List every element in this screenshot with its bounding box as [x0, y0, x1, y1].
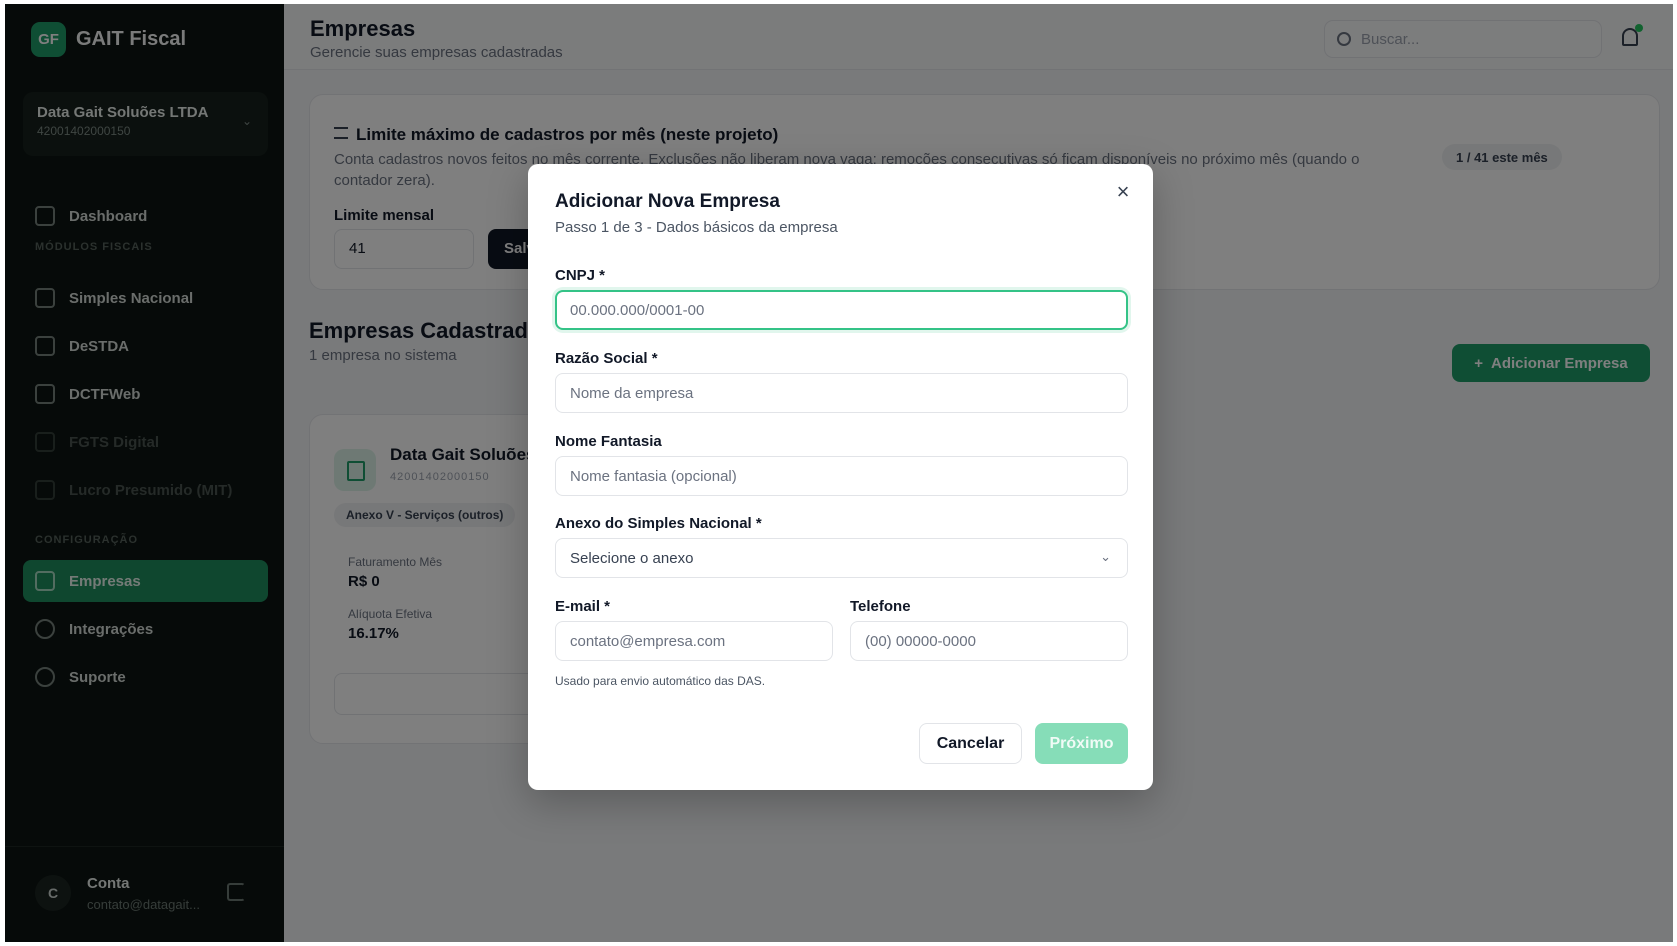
app-frame: GF GAIT Fiscal Data Gait Soluões LTDA 42…	[5, 4, 1673, 942]
email-label: E-mail *	[555, 598, 611, 615]
cnpj-field[interactable]	[555, 290, 1128, 330]
razao-social-label: Razão Social *	[555, 350, 658, 367]
chevron-down-icon: ⌄	[1100, 549, 1111, 564]
next-button[interactable]: Próximo	[1035, 723, 1128, 764]
anexo-select[interactable]: Selecione o anexo ⌄	[555, 538, 1128, 578]
email-field[interactable]	[555, 621, 833, 661]
modal-subtitle: Passo 1 de 3 - Dados básicos da empresa	[555, 219, 838, 236]
telefone-field[interactable]	[850, 621, 1128, 661]
telefone-label: Telefone	[850, 598, 911, 615]
anexo-select-value: Selecione o anexo	[570, 549, 694, 567]
cnpj-label: CNPJ *	[555, 267, 606, 284]
email-hint: Usado para envio automático das DAS.	[555, 674, 766, 688]
anexo-label: Anexo do Simples Nacional *	[555, 515, 762, 532]
add-company-modal: Adicionar Nova Empresa Passo 1 de 3 - Da…	[528, 164, 1153, 790]
modal-title: Adicionar Nova Empresa	[555, 191, 780, 212]
nome-fantasia-field[interactable]	[555, 456, 1128, 496]
razao-social-field[interactable]	[555, 373, 1128, 413]
cancel-button[interactable]: Cancelar	[919, 723, 1022, 764]
nome-fantasia-label: Nome Fantasia	[555, 433, 662, 450]
close-icon[interactable]: ×	[1112, 181, 1134, 203]
